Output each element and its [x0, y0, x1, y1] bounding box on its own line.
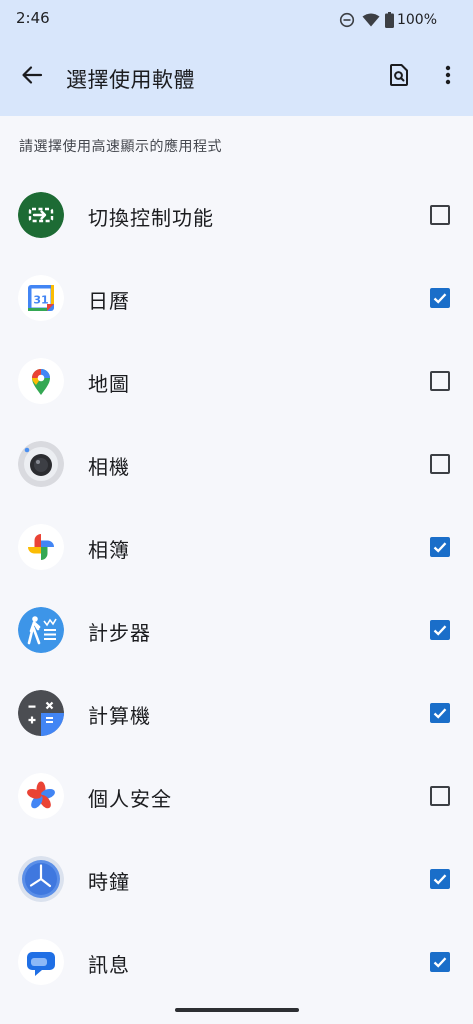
app-label: 地圖: [88, 372, 130, 396]
photos-icon: [18, 524, 64, 570]
arrow-back-icon: [21, 64, 43, 90]
app-checkbox[interactable]: [430, 205, 450, 225]
app-label: 相機: [88, 455, 130, 479]
search-page-icon: [389, 64, 409, 90]
list-item[interactable]: 31 日曆: [0, 256, 473, 339]
section-subtitle: 請選擇使用高速顯示的應用程式: [19, 139, 222, 155]
app-checkbox[interactable]: [430, 703, 450, 723]
camera-icon: [18, 441, 64, 487]
app-checkbox[interactable]: [430, 869, 450, 889]
app-checkbox[interactable]: [430, 620, 450, 640]
app-label: 個人安全: [88, 787, 172, 811]
do-not-disturb-icon: [339, 12, 355, 28]
clock-icon: [18, 856, 64, 902]
app-label: 時鐘: [88, 870, 130, 894]
back-button[interactable]: [14, 59, 50, 95]
list-item[interactable]: 切換控制功能: [0, 173, 473, 256]
status-icons: 100%: [339, 11, 437, 29]
calculator-icon: [18, 690, 64, 736]
list-item[interactable]: 相簿: [0, 505, 473, 588]
app-label: 計步器: [88, 621, 151, 645]
status-time: 2:46: [16, 9, 50, 27]
app-checkbox[interactable]: [430, 371, 450, 391]
app-label: 相簿: [88, 538, 130, 562]
list-item[interactable]: 計步器: [0, 588, 473, 671]
list-item[interactable]: 計算機: [0, 671, 473, 754]
more-vert-icon: [445, 65, 451, 89]
gesture-nav-handle[interactable]: [175, 1008, 299, 1012]
app-checkbox[interactable]: [430, 952, 450, 972]
status-bar: 2:46 100%: [0, 0, 473, 40]
svg-text:31: 31: [33, 294, 48, 307]
list-item[interactable]: 訊息: [0, 920, 473, 1003]
list-item[interactable]: 相機: [0, 422, 473, 505]
app-checkbox[interactable]: [430, 537, 450, 557]
app-checkbox[interactable]: [430, 454, 450, 474]
app-list: 切換控制功能 31 日曆 地圖 相機 相簿 計步器 計算機 個人安全 時鐘 訊息: [0, 173, 473, 1003]
list-item[interactable]: 地圖: [0, 339, 473, 422]
pedometer-icon: [18, 607, 64, 653]
app-label: 訊息: [88, 953, 130, 977]
messages-icon: [18, 939, 64, 985]
page-title: 選擇使用軟體: [66, 68, 195, 92]
list-item[interactable]: 個人安全: [0, 754, 473, 837]
personal-safety-icon: [18, 773, 64, 819]
battery-percent: 100%: [396, 12, 437, 28]
wifi-icon: [362, 13, 380, 27]
battery-icon: [384, 12, 394, 28]
search-button[interactable]: [381, 59, 417, 95]
app-bar: 選擇使用軟體: [0, 40, 473, 116]
more-options-button[interactable]: [430, 59, 466, 95]
list-item[interactable]: 時鐘: [0, 837, 473, 920]
switch-access-icon: [18, 192, 64, 238]
app-checkbox[interactable]: [430, 288, 450, 308]
maps-icon: [18, 358, 64, 404]
header: 2:46 100% 選擇使用軟體: [0, 0, 473, 116]
calendar-icon: 31: [18, 275, 64, 321]
app-checkbox[interactable]: [430, 786, 450, 806]
app-label: 切換控制功能: [88, 206, 214, 230]
app-label: 計算機: [88, 704, 151, 728]
app-label: 日曆: [88, 289, 130, 313]
